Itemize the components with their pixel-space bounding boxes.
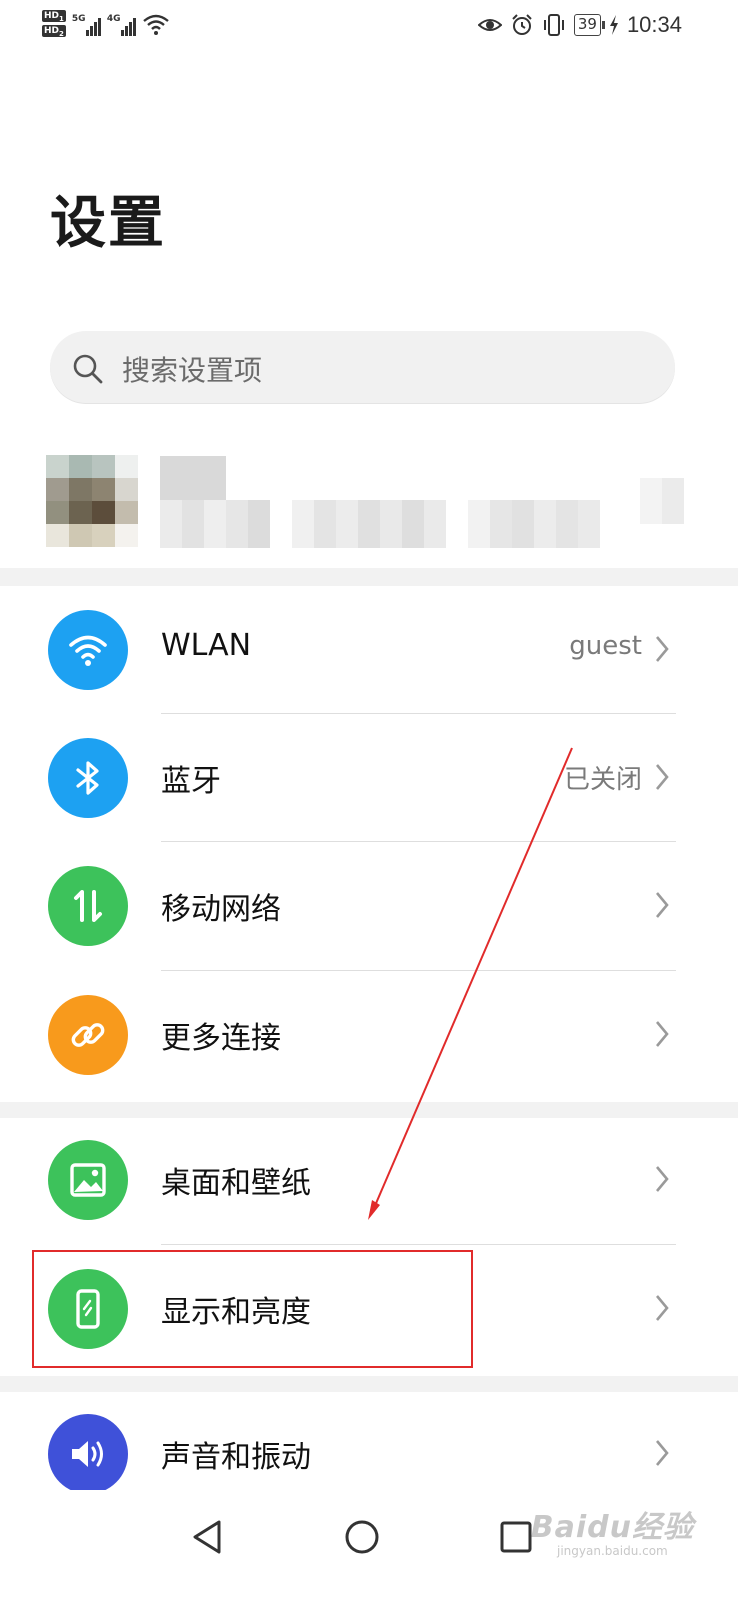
wifi-icon	[48, 610, 128, 690]
charging-icon	[609, 15, 618, 35]
link-icon	[48, 995, 128, 1075]
signal-icon-2: 4G	[107, 10, 136, 36]
group-separator	[0, 568, 738, 586]
setting-label: WLAN	[161, 628, 252, 663]
setting-label: 桌面和壁纸	[161, 1166, 311, 1201]
setting-label: 移动网络	[161, 892, 281, 927]
alarm-icon	[512, 14, 532, 35]
setting-row-bluetooth[interactable]: 蓝牙 已关闭	[0, 714, 738, 842]
image-icon	[48, 1140, 128, 1220]
wifi-status-icon	[143, 14, 169, 35]
status-bar: HD1 HD2 5G 4G 39 10:34	[0, 0, 738, 56]
avatar	[46, 455, 138, 547]
search-icon	[73, 354, 103, 384]
signal-icon-1: 5G	[72, 10, 101, 36]
setting-row-mobile-network[interactable]: 移动网络	[0, 842, 738, 970]
chevron-right-icon	[656, 1021, 669, 1047]
highlight-box	[32, 1250, 473, 1368]
setting-row-more-connections[interactable]: 更多连接	[0, 971, 738, 1099]
setting-row-wlan[interactable]: WLAN guest	[0, 586, 738, 714]
setting-row-home-wallpaper[interactable]: 桌面和壁纸	[0, 1116, 738, 1244]
account-name-redacted	[160, 456, 226, 500]
hd-badge-1: HD1	[42, 10, 66, 23]
chevron-right-icon	[656, 892, 669, 918]
setting-label: 更多连接	[161, 1021, 281, 1056]
bluetooth-icon	[48, 738, 128, 818]
chevron-right-icon	[656, 1166, 669, 1192]
search-placeholder: 搜索设置项	[122, 354, 263, 387]
setting-label: 声音和振动	[161, 1440, 311, 1475]
chevron-right-icon	[656, 1295, 669, 1321]
setting-value: 已关闭	[563, 765, 642, 795]
clock: 10:34	[626, 12, 682, 37]
account-card[interactable]	[0, 450, 738, 554]
vibrate-icon	[543, 14, 564, 36]
setting-label: 蓝牙	[161, 764, 221, 799]
hd-badge-2: HD2	[42, 25, 66, 38]
eye-icon	[477, 19, 502, 31]
watermark: Baidu经验 jingyan.baidu.com	[531, 1502, 694, 1558]
back-icon[interactable]	[183, 1512, 233, 1562]
chevron-right-icon	[656, 636, 669, 662]
page-title: 设置	[50, 191, 166, 256]
account-arrow-redacted	[640, 478, 684, 524]
sim-indicators: HD1 HD2	[42, 10, 66, 38]
data-transfer-icon	[48, 866, 128, 946]
search-bar[interactable]: 搜索设置项	[50, 331, 675, 403]
speaker-icon	[48, 1414, 128, 1494]
watermark-logo: Baidu经验	[530, 1510, 694, 1545]
battery-icon: 39	[573, 14, 606, 36]
watermark-url: jingyan.baidu.com	[557, 1544, 668, 1558]
account-info-redacted	[160, 500, 600, 548]
chevron-right-icon	[656, 1440, 669, 1466]
home-icon[interactable]	[337, 1512, 387, 1562]
setting-value: guest	[569, 631, 642, 661]
chevron-right-icon	[656, 764, 669, 790]
